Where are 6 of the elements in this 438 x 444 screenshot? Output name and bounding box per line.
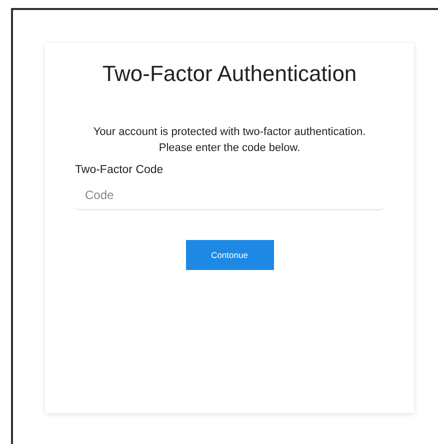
message-text: Your account is protected with two-factor authentication. bbox=[93, 125, 366, 140]
message-text: Please enter the code below. bbox=[158, 141, 300, 156]
continue-button[interactable]: Contonue bbox=[186, 240, 274, 270]
code-field[interactable]: Code bbox=[75, 181, 384, 210]
page-title: Two-Factor Authentication bbox=[101, 61, 358, 87]
field-label: Two-Factor Code bbox=[75, 163, 164, 178]
